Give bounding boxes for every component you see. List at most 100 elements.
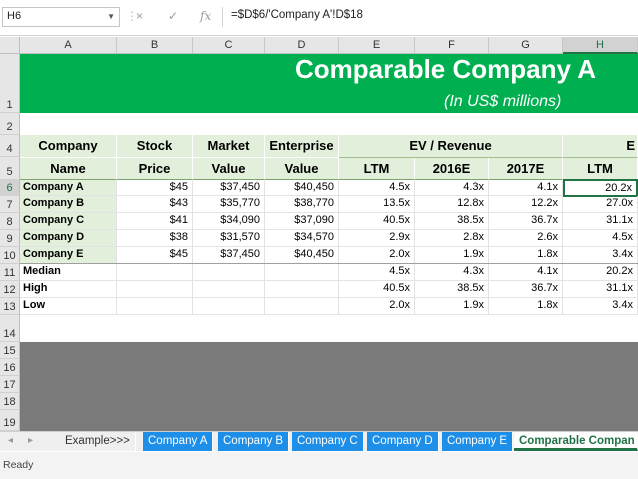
header-enterprise-value[interactable]: Value (265, 158, 339, 180)
enterprise-value-cell[interactable]: $40,450 (265, 247, 339, 264)
ev-revenue-2017e-cell[interactable]: 1.8x (489, 247, 563, 264)
next-sheet-icon[interactable]: ▸ (28, 435, 33, 446)
row-header-6[interactable]: 6 (0, 180, 20, 196)
market-value-cell[interactable]: $37,450 (193, 247, 265, 264)
title-banner[interactable]: Comparable Company A (In US$ millions) (20, 54, 638, 113)
stat-label-cell[interactable]: High (20, 281, 117, 298)
column-header-c[interactable]: C (193, 37, 265, 54)
stock-price-cell[interactable]: $45 (117, 247, 193, 264)
stat-ebitda-ltm-cell[interactable]: 31.1x (563, 281, 638, 298)
column-header-g[interactable]: G (489, 37, 563, 54)
row-header-16[interactable]: 16 (0, 359, 20, 376)
stat-ltm-cell[interactable]: 4.5x (339, 264, 415, 281)
row-header-8[interactable]: 8 (0, 213, 20, 230)
ev-revenue-ltm-cell[interactable]: 13.5x (339, 196, 415, 213)
cancel-icon[interactable]: × (136, 9, 143, 23)
header-2016e[interactable]: 2016E (415, 158, 489, 180)
tab-company-c[interactable]: Company C (292, 432, 364, 451)
stat-2017e-cell[interactable]: 4.1x (489, 264, 563, 281)
column-header-h[interactable]: H (563, 37, 638, 54)
stock-price-cell[interactable]: $38 (117, 230, 193, 247)
row-header-9[interactable]: 9 (0, 230, 20, 247)
stat-2016e-cell[interactable]: 4.3x (415, 264, 489, 281)
empty-cell[interactable] (265, 298, 339, 315)
company-name-cell[interactable]: Company B (20, 196, 117, 213)
ev-revenue-ltm-cell[interactable]: 4.5x (339, 180, 415, 196)
row-header-2[interactable]: 2 (0, 113, 20, 135)
stat-ebitda-ltm-cell[interactable]: 3.4x (563, 298, 638, 315)
enterprise-value-cell[interactable]: $40,450 (265, 180, 339, 196)
name-box[interactable]: H6 ▼ (2, 7, 120, 27)
header-ltm[interactable]: LTM (339, 158, 415, 180)
enterprise-value-cell[interactable]: $34,570 (265, 230, 339, 247)
stat-2017e-cell[interactable]: 1.8x (489, 298, 563, 315)
header-company[interactable]: Company (20, 135, 117, 158)
header-enterprise[interactable]: Enterprise (265, 135, 339, 158)
ev-revenue-2017e-cell[interactable]: 36.7x (489, 213, 563, 230)
market-value-cell[interactable]: $34,090 (193, 213, 265, 230)
insert-function-icon[interactable]: fx (200, 9, 211, 23)
company-name-cell[interactable]: Company E (20, 247, 117, 264)
header-2017e[interactable]: 2017E (489, 158, 563, 180)
ev-revenue-ltm-cell[interactable]: 40.5x (339, 213, 415, 230)
ev-revenue-2017e-cell[interactable]: 2.6x (489, 230, 563, 247)
empty-cell[interactable] (193, 298, 265, 315)
row-header-5[interactable]: 5 (0, 157, 20, 180)
tab-company-a[interactable]: Company A (143, 432, 214, 451)
header-stock[interactable]: Stock (117, 135, 193, 158)
ev-revenue-2017e-cell[interactable]: 12.2x (489, 196, 563, 213)
ev-revenue-2016e-cell[interactable]: 4.3x (415, 180, 489, 196)
formula-input[interactable]: =$D$6/'Company A'!D$18 (222, 7, 638, 27)
ev-ebitda-ltm-cell[interactable]: 4.5x (563, 230, 638, 247)
chevron-down-icon[interactable]: ▼ (107, 12, 115, 21)
stat-label-cell[interactable]: Median (20, 264, 117, 281)
row-header-12[interactable]: 12 (0, 281, 20, 298)
row-header-7[interactable]: 7 (0, 196, 20, 213)
row-header-17[interactable]: 17 (0, 376, 20, 393)
column-header-f[interactable]: F (415, 37, 489, 54)
empty-cell[interactable] (265, 281, 339, 298)
empty-cell[interactable] (117, 281, 193, 298)
stat-2016e-cell[interactable]: 38.5x (415, 281, 489, 298)
ev-ebitda-ltm-cell[interactable]: 3.4x (563, 247, 638, 264)
company-name-cell[interactable]: Company C (20, 213, 117, 230)
row-header-15[interactable]: 15 (0, 342, 20, 359)
stat-ebitda-ltm-cell[interactable]: 20.2x (563, 264, 638, 281)
ev-ebitda-ltm-cell[interactable]: 31.1x (563, 213, 638, 230)
row-header-1[interactable]: 1 (0, 54, 20, 113)
empty-cell[interactable] (117, 298, 193, 315)
company-name-cell[interactable]: Company A (20, 180, 117, 196)
row-header-14[interactable]: 14 (0, 315, 20, 342)
stat-ltm-cell[interactable]: 2.0x (339, 298, 415, 315)
enter-icon[interactable]: ✓ (168, 9, 178, 23)
empty-cell[interactable] (117, 264, 193, 281)
tab-example[interactable]: Example>>> (60, 432, 136, 451)
stock-price-cell[interactable]: $45 (117, 180, 193, 196)
column-header-a[interactable]: A (20, 37, 117, 54)
header-ev-ebitda[interactable]: E (563, 135, 638, 158)
row-header-19[interactable]: 19 (0, 410, 20, 431)
header-market-value[interactable]: Value (193, 158, 265, 180)
ev-revenue-ltm-cell[interactable]: 2.0x (339, 247, 415, 264)
column-header-d[interactable]: D (265, 37, 339, 54)
tab-company-e[interactable]: Company E (442, 432, 514, 451)
column-header-b[interactable]: B (117, 37, 193, 54)
market-value-cell[interactable]: $35,770 (193, 196, 265, 213)
select-all-corner[interactable] (0, 37, 20, 54)
tab-comparable-company[interactable]: Comparable Compan (514, 432, 638, 451)
row-header-18[interactable]: 18 (0, 393, 20, 410)
prev-sheet-icon[interactable]: ◂ (8, 435, 13, 446)
header-stock-price[interactable]: Price (117, 158, 193, 180)
enterprise-value-cell[interactable]: $38,770 (265, 196, 339, 213)
row-header-13[interactable]: 13 (0, 298, 20, 315)
ev-revenue-2016e-cell[interactable]: 1.9x (415, 247, 489, 264)
company-name-cell[interactable]: Company D (20, 230, 117, 247)
empty-cell[interactable] (193, 264, 265, 281)
stat-2017e-cell[interactable]: 36.7x (489, 281, 563, 298)
row-header-4[interactable]: 4 (0, 135, 20, 157)
ev-revenue-2016e-cell[interactable]: 38.5x (415, 213, 489, 230)
empty-cell[interactable] (265, 264, 339, 281)
row-header-11[interactable]: 11 (0, 264, 20, 281)
header-market[interactable]: Market (193, 135, 265, 158)
stock-price-cell[interactable]: $43 (117, 196, 193, 213)
